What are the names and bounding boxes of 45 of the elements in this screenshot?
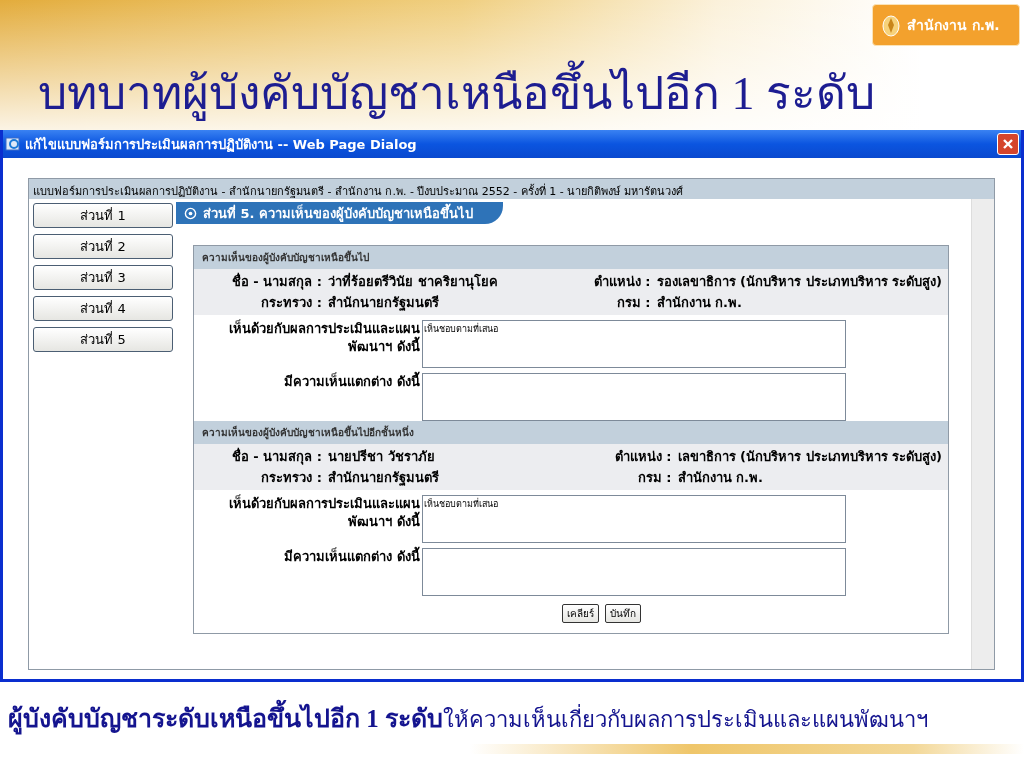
info-value: รองเลขาธิการ (นักบริหาร ประเภทบริหาร ระดับสูง) (656, 273, 942, 292)
info-label: ตำแหน่ง : (592, 273, 651, 291)
comment-label: เห็นด้วยกับผลการประเมินและแผนพัฒนาฯ ดังนี้ (228, 320, 420, 356)
comment-label: เห็นด้วยกับผลการประเมินและแผนพัฒนาฯ ดังนี้ (228, 495, 420, 531)
close-icon (1002, 138, 1014, 150)
info-value: เลขาธิการ (นักบริหาร ประเภทบริหาร ระดับสูง) (677, 448, 942, 467)
section-button[interactable]: ส่วนที่ 2 (33, 234, 173, 259)
info-value: ว่าที่ร้อยตรีวินัย ชาคริยานุโยค (328, 271, 499, 292)
slide-caption: ผู้บังคับบัญชาระดับเหนือขึ้นไปอีก 1 ระดับให้ความเห็นเกี่ยวกับผลการประเมินและแผนพัฒนาฯ (8, 698, 1024, 738)
comment-label: มีความเห็นแตกต่าง ดังนี้ (204, 373, 420, 421)
info-label: กระทรวง : (260, 469, 322, 487)
browser-page-icon (5, 136, 21, 152)
info-value: สำนักนายกรัฐมนตรี (328, 469, 440, 488)
section-button[interactable]: ส่วนที่ 4 (33, 296, 173, 321)
slide-title: บทบาทผู้บังคับบัญชาเหนือขึ้นไปอีก 1 ระดับ (38, 56, 875, 129)
info-label: ชื่อ - นามสกุล : (230, 446, 322, 467)
logo-text: สำนักงาน ก.พ. (907, 16, 1000, 35)
section-button[interactable]: ส่วนที่ 1 (33, 203, 173, 228)
close-button[interactable] (997, 133, 1019, 155)
panel-heading: ความเห็นของผู้บังคับบัญชาเหนือขึ้นไป (194, 246, 948, 269)
section-button[interactable]: ส่วนที่ 3 (33, 265, 173, 290)
info-value: สำนักงาน ก.พ. (656, 294, 743, 312)
info-value: สำนักนายกรัฐมนตรี (328, 294, 440, 313)
section-button[interactable]: ส่วนที่ 5 (33, 327, 173, 352)
emblem-icon (881, 13, 901, 37)
comment-field[interactable]: เห็นชอบตามที่เสนอ (422, 495, 846, 543)
comment-field[interactable] (422, 373, 846, 421)
info-value: สำนักงาน ก.พ. (677, 469, 764, 487)
comment-label: มีความเห็นแตกต่าง ดังนี้ (204, 548, 420, 596)
info-value: นายปรีชา วัชราภัย (328, 448, 436, 466)
section-title: ส่วนที่ 5. ความเห็นของผู้บังคับบัญชาเหนือขึ้นไป (203, 202, 474, 224)
circle-icon (184, 206, 197, 220)
info-label: กรม : (636, 469, 672, 487)
info-label: กรม : (615, 294, 651, 312)
info-label: กระทรวง : (260, 294, 322, 312)
form-button[interactable]: เคลียร์ (561, 604, 599, 623)
dialog-title: แก้ไขแบบฟอร์มการประเมินผลการปฏิบัติงาน -- Web Page Dialog (25, 135, 418, 154)
info-label: ชื่อ - นามสกุล : (230, 271, 322, 292)
scrollbar[interactable] (971, 199, 994, 669)
comment-field[interactable]: เห็นชอบตามที่เสนอ (422, 320, 846, 368)
form-header: แบบฟอร์มการประเมินผลการปฏิบัติงาน - สำนักนายกรัฐมนตรี - สำนักงาน ก.พ. - ปีงบประมาณ 2552 - ครั้งที่ 1 - นายกิติพงษ์ มหารัตนวงศ์ (29, 179, 994, 199)
form-button[interactable]: บันทึก (604, 604, 641, 623)
panel-heading: ความเห็นของผู้บังคับบัญชาเหนือขึ้นไปอีกชั้นหนึ่ง (194, 421, 948, 444)
info-label: ตำแหน่ง : (613, 448, 672, 466)
comment-field[interactable] (422, 548, 846, 596)
